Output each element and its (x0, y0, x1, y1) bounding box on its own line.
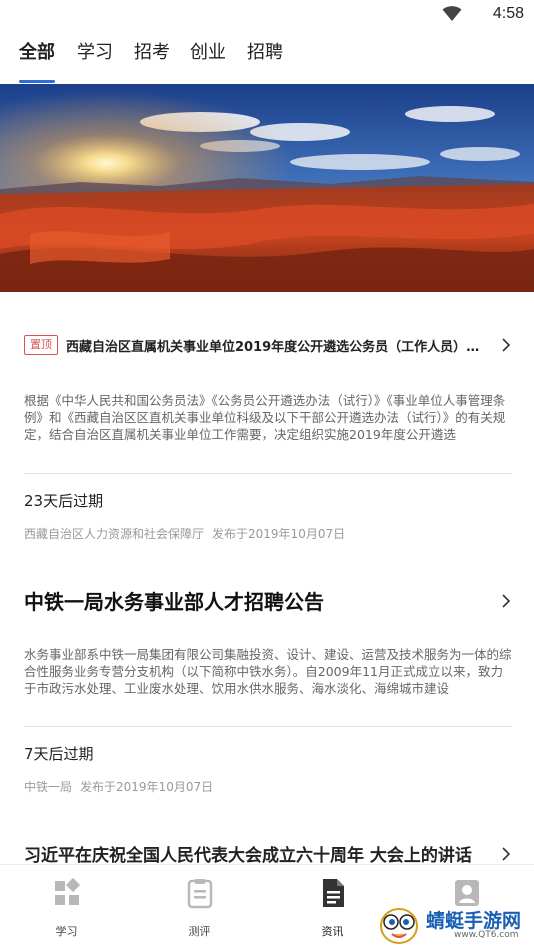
article-2-source: 中铁一局 (24, 780, 73, 794)
status-bar: 4:58 (0, 0, 534, 30)
chevron-right-icon (502, 338, 511, 352)
chevron-right-icon (502, 846, 511, 861)
site-watermark: 蜻蜓手游网 www.QT6.com (376, 904, 528, 946)
divider (24, 726, 512, 727)
active-tab-indicator (19, 80, 55, 83)
nav-label-evaluation: 测评 (188, 925, 211, 938)
chevron-right-icon (502, 593, 511, 608)
tab-all[interactable]: 全部 (19, 38, 55, 64)
article-1-title: 西藏自治区直属机关事业单位2019年度公开遴选公务员（工作人员）公告 (66, 339, 492, 355)
article-2-title: 中铁一局水务事业部人才招聘公告 (24, 590, 324, 614)
article-3-title-row[interactable]: 习近平在庆祝全国人民代表大会成立六十周年 大会上的讲话 (24, 841, 514, 866)
banner-landscape-image (0, 84, 534, 292)
tab-exam[interactable]: 招考 (134, 38, 170, 64)
nav-item-study[interactable]: 学习 (0, 865, 133, 949)
document-icon (322, 879, 344, 907)
article-1-date: 发布于2019年10月07日 (212, 527, 346, 541)
article-2-title-row[interactable]: 中铁一局水务事业部人才招聘公告 (24, 586, 514, 615)
article-2-date: 发布于2019年10月07日 (80, 780, 214, 794)
status-time: 4:58 (492, 5, 524, 22)
banner-image[interactable] (0, 84, 534, 292)
article-2-expiry: 7天后过期 (24, 745, 94, 763)
article-1-title-row[interactable]: 置顶 西藏自治区直属机关事业单位2019年度公开遴选公务员（工作人员）公告 (24, 335, 514, 355)
dragonfly-logo-icon (380, 908, 418, 944)
article-1-summary: 根据《中华人民共和国公务员法》《公务员公开遴选办法（试行）》《事业单位人事管理条… (24, 393, 506, 442)
article-2-meta: 中铁一局 发布于2019年10月07日 (24, 778, 213, 795)
clipboard-icon (187, 879, 212, 909)
watermark-url: www.QT6.com (454, 930, 519, 940)
grid-icon (54, 877, 80, 905)
article-1-meta: 西藏自治区人力资源和社会保障厅 发布于2019年10月07日 (24, 525, 345, 542)
article-1-source: 西藏自治区人力资源和社会保障厅 (24, 527, 205, 541)
tab-startup[interactable]: 创业 (190, 38, 226, 64)
divider (24, 473, 512, 474)
nav-item-evaluation[interactable]: 测评 (133, 865, 266, 949)
tab-study[interactable]: 学习 (77, 38, 113, 64)
tab-recruit[interactable]: 招聘 (247, 38, 283, 64)
article-2-summary: 水务事业部系中铁一局集团有限公司集融投资、设计、建设、运营及技术服务为一体的综合… (24, 647, 512, 696)
category-tabs: 全部 学习 招考 创业 招聘 (0, 38, 534, 84)
article-1-expiry: 23天后过期 (24, 492, 104, 510)
pinned-badge: 置顶 (24, 335, 58, 355)
nav-label-study: 学习 (55, 925, 78, 938)
article-3-title: 习近平在庆祝全国人民代表大会成立六十周年 大会上的讲话 (24, 846, 472, 866)
watermark-text: 蜻蜓手游网 (426, 910, 522, 932)
wifi-icon (442, 6, 462, 21)
